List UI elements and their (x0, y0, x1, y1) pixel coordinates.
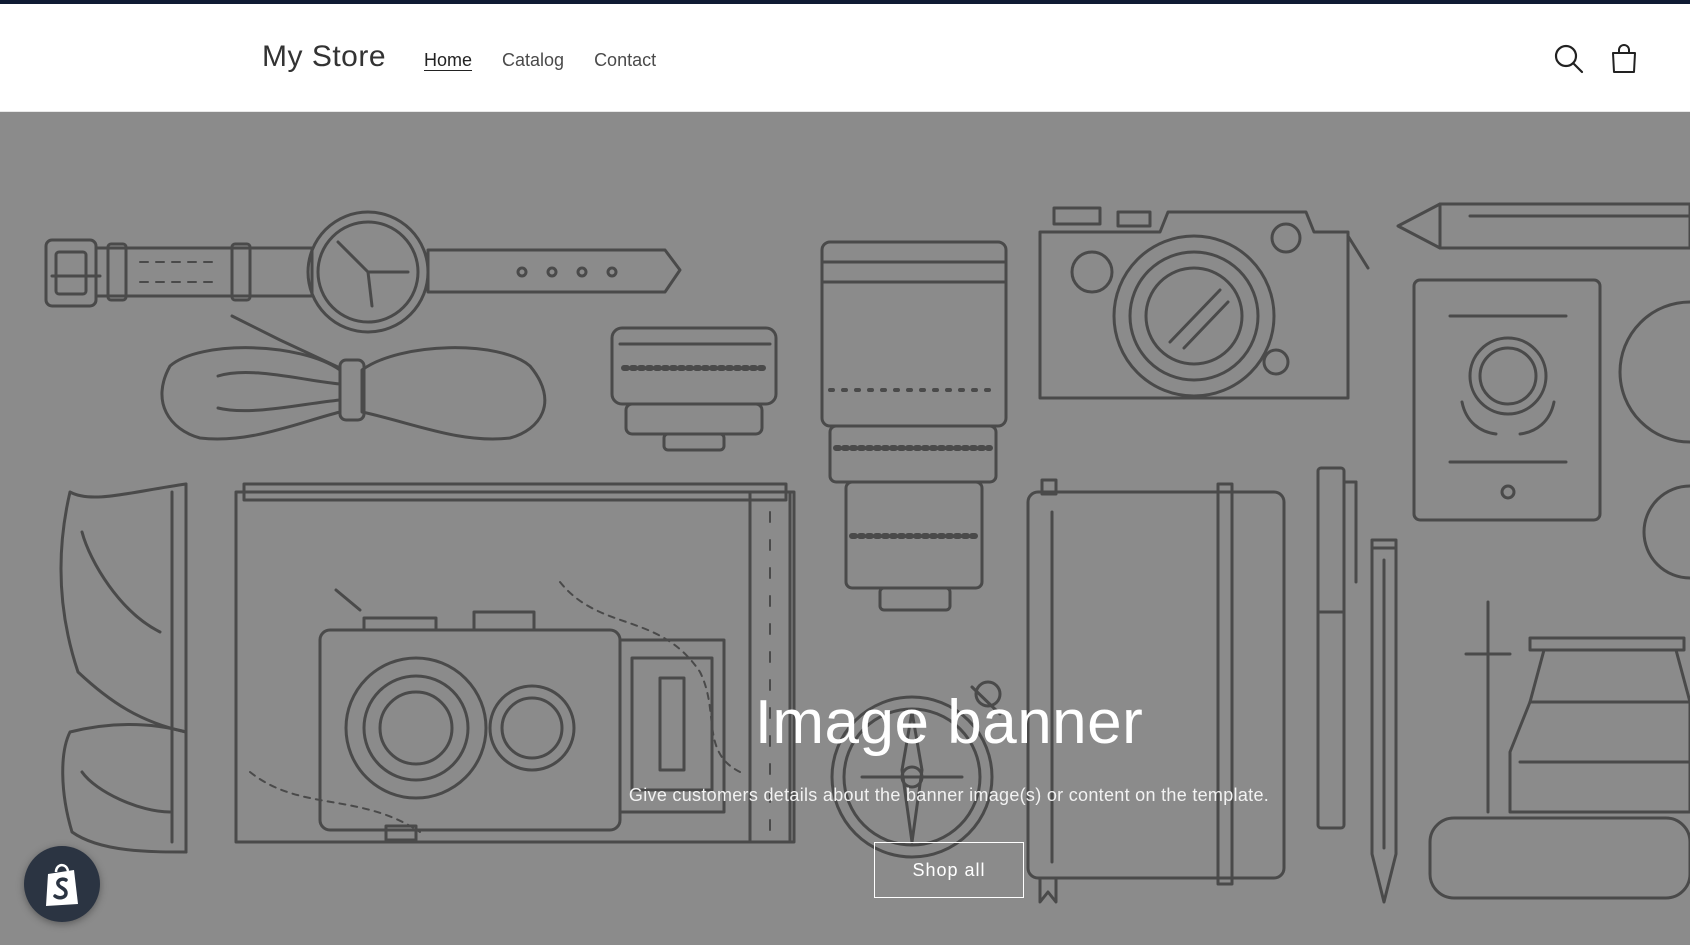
small-lens-icon (610, 326, 778, 452)
shop-all-button[interactable]: Shop all (874, 842, 1024, 898)
pencil-icon (1396, 202, 1690, 250)
search-button[interactable] (1552, 42, 1586, 76)
site-header: My Store Home Catalog Contact (0, 4, 1690, 112)
nav-home[interactable]: Home (424, 50, 472, 71)
main-nav: Home Catalog Contact (424, 50, 656, 71)
shopify-bag-icon (46, 863, 78, 906)
watch-icon (44, 210, 682, 334)
nav-contact[interactable]: Contact (594, 50, 656, 71)
pen-icon (1316, 466, 1358, 830)
cart-icon (1612, 44, 1636, 73)
camera-icon (1038, 206, 1370, 400)
banner-illustration (44, 202, 1690, 904)
bowtie-icon (160, 314, 547, 441)
banner-subtitle: Give customers details about the banner … (628, 785, 1270, 805)
cart-button[interactable] (1607, 42, 1641, 76)
search-icon (1554, 44, 1584, 74)
nav-catalog[interactable]: Catalog (502, 50, 564, 71)
shopify-badge-button[interactable] (24, 846, 100, 922)
passport-icon (1412, 278, 1602, 522)
tele-lens-icon (820, 240, 1008, 612)
store-logo[interactable]: My Store (262, 40, 386, 74)
banner-title: Image banner (754, 688, 1144, 757)
image-banner: Image banner Give customers details abou… (0, 112, 1690, 945)
